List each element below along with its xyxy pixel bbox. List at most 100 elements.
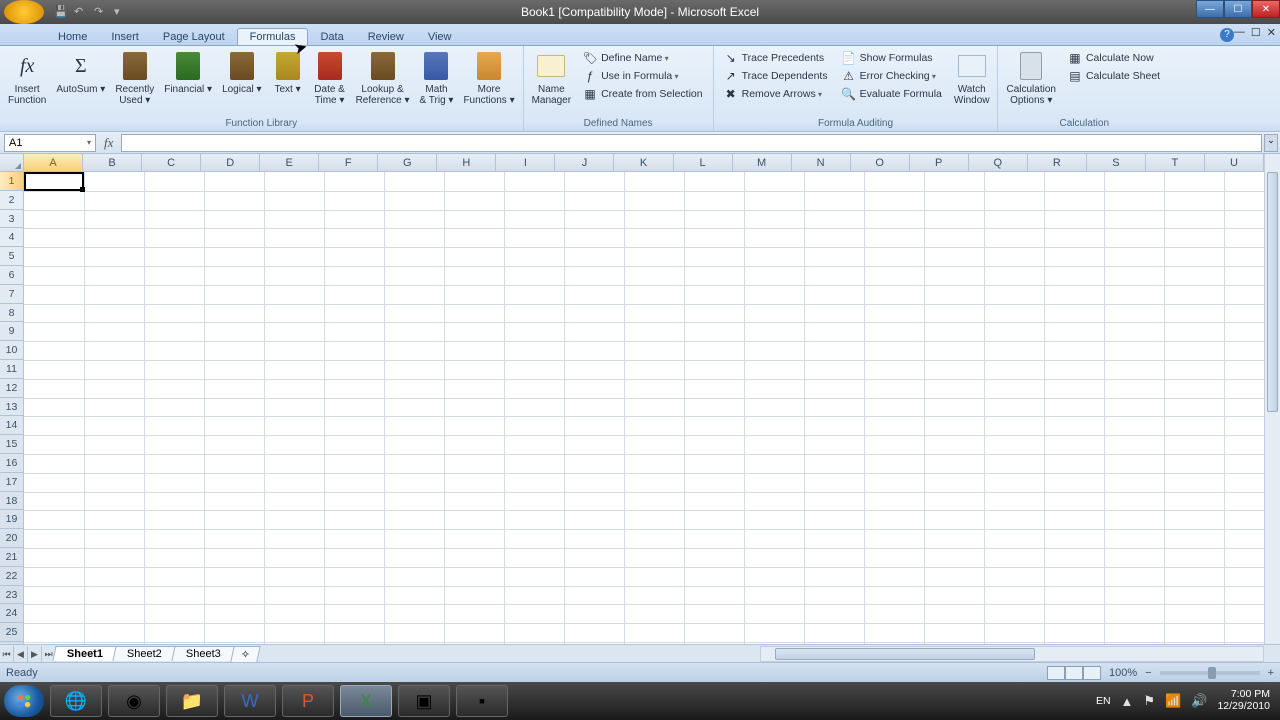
column-header[interactable]: O: [851, 154, 910, 171]
select-all-button[interactable]: [0, 154, 24, 172]
column-header[interactable]: A: [24, 154, 83, 171]
row-header[interactable]: 22: [0, 567, 23, 586]
taskbar-powerpoint-icon[interactable]: P: [282, 685, 334, 717]
tab-data[interactable]: Data: [308, 29, 355, 45]
taskbar-app-icon[interactable]: ▣: [398, 685, 450, 717]
zoom-in-icon[interactable]: +: [1268, 667, 1274, 679]
undo-icon[interactable]: ↶: [74, 5, 88, 19]
name-manager-button[interactable]: NameManager: [528, 48, 575, 108]
taskbar-app2-icon[interactable]: ▪: [456, 685, 508, 717]
row-header[interactable]: 24: [0, 604, 23, 623]
column-header[interactable]: G: [378, 154, 437, 171]
column-header[interactable]: M: [733, 154, 792, 171]
language-indicator[interactable]: EN: [1096, 695, 1111, 707]
row-header[interactable]: 17: [0, 473, 23, 492]
row-header[interactable]: 12: [0, 379, 23, 398]
expand-formula-bar-icon[interactable]: ⌄: [1264, 134, 1278, 152]
tray-network-icon[interactable]: 📶: [1165, 693, 1181, 709]
taskbar-chrome-icon[interactable]: ◉: [108, 685, 160, 717]
ribbon-close-icon[interactable]: ✕: [1267, 26, 1276, 39]
row-header[interactable]: 20: [0, 529, 23, 548]
column-header[interactable]: E: [260, 154, 319, 171]
name-box[interactable]: A1: [4, 134, 96, 152]
column-header[interactable]: F: [319, 154, 378, 171]
column-header[interactable]: H: [437, 154, 496, 171]
tab-home[interactable]: Home: [46, 29, 99, 45]
sheet-tab-sheet2[interactable]: Sheet2: [112, 646, 176, 661]
tab-review[interactable]: Review: [356, 29, 416, 45]
column-header[interactable]: J: [555, 154, 614, 171]
remove-arrows-button[interactable]: ✖Remove Arrows: [722, 86, 830, 102]
row-header[interactable]: 4: [0, 228, 23, 247]
row-header[interactable]: 19: [0, 510, 23, 529]
column-header[interactable]: D: [201, 154, 260, 171]
sheet-nav-next-icon[interactable]: ▶: [28, 646, 42, 662]
math-trig-button[interactable]: Math& Trig ▾: [416, 48, 458, 108]
start-button[interactable]: [4, 685, 44, 717]
row-header[interactable]: 8: [0, 304, 23, 323]
sheet-tab-sheet3[interactable]: Sheet3: [171, 646, 235, 661]
watch-window-button[interactable]: WatchWindow: [950, 48, 994, 108]
column-header[interactable]: U: [1205, 154, 1264, 171]
row-header[interactable]: 14: [0, 416, 23, 435]
column-header[interactable]: K: [614, 154, 673, 171]
calculate-sheet-button[interactable]: ▤Calculate Sheet: [1066, 68, 1162, 84]
row-header[interactable]: 15: [0, 435, 23, 454]
date-time-button[interactable]: Date &Time ▾: [310, 48, 350, 108]
column-header[interactable]: Q: [969, 154, 1028, 171]
page-layout-view-button[interactable]: [1065, 666, 1083, 680]
column-header[interactable]: T: [1146, 154, 1205, 171]
trace-precedents-button[interactable]: ↘Trace Precedents: [722, 50, 830, 66]
taskbar-excel-icon[interactable]: X: [340, 685, 392, 717]
zoom-slider-knob[interactable]: [1208, 667, 1216, 679]
sheet-nav-prev-icon[interactable]: ◀: [14, 646, 28, 662]
show-formulas-button[interactable]: 📄Show Formulas: [840, 50, 944, 66]
tab-insert[interactable]: Insert: [99, 29, 151, 45]
error-checking-button[interactable]: ⚠Error Checking: [840, 68, 944, 84]
row-header[interactable]: 25: [0, 623, 23, 642]
redo-icon[interactable]: ↷: [94, 5, 108, 19]
define-name-button[interactable]: 🏷Define Name: [581, 50, 705, 66]
row-header[interactable]: 10: [0, 341, 23, 360]
column-header[interactable]: S: [1087, 154, 1146, 171]
taskbar-ie-icon[interactable]: 🌐: [50, 685, 102, 717]
system-clock[interactable]: 7:00 PM 12/29/2010: [1217, 689, 1270, 712]
save-icon[interactable]: 💾: [54, 5, 68, 19]
column-header[interactable]: C: [142, 154, 201, 171]
zoom-level[interactable]: 100%: [1109, 667, 1137, 679]
row-header[interactable]: 6: [0, 266, 23, 285]
create-from-selection-button[interactable]: ▦Create from Selection: [581, 86, 705, 102]
active-cell-a1[interactable]: [24, 172, 84, 191]
logical-button[interactable]: Logical ▾: [218, 48, 266, 97]
lookup-reference-button[interactable]: Lookup &Reference ▾: [352, 48, 414, 108]
close-button[interactable]: ✕: [1252, 0, 1280, 18]
help-icon[interactable]: ?: [1220, 28, 1234, 42]
office-button[interactable]: [4, 0, 44, 24]
tray-volume-icon[interactable]: 🔊: [1191, 693, 1207, 709]
tray-flag-icon[interactable]: ⚑: [1143, 693, 1155, 709]
text-button[interactable]: Text ▾: [268, 48, 308, 97]
taskbar-explorer-icon[interactable]: 📁: [166, 685, 218, 717]
cells-area[interactable]: [24, 172, 1264, 644]
row-header[interactable]: 21: [0, 548, 23, 567]
column-header[interactable]: L: [674, 154, 733, 171]
row-header[interactable]: 5: [0, 247, 23, 266]
row-header[interactable]: 11: [0, 360, 23, 379]
insert-function-icon[interactable]: fx: [96, 135, 121, 151]
scrollbar-thumb[interactable]: [775, 648, 1035, 660]
use-in-formula-button[interactable]: ƒUse in Formula: [581, 68, 705, 84]
row-header[interactable]: 16: [0, 454, 23, 473]
row-header[interactable]: 3: [0, 210, 23, 229]
column-header[interactable]: P: [910, 154, 969, 171]
evaluate-formula-button[interactable]: 🔍Evaluate Formula: [840, 86, 944, 102]
autosum-button[interactable]: Σ AutoSum ▾: [52, 48, 109, 97]
sheet-tab-sheet1[interactable]: Sheet1: [52, 646, 117, 661]
new-sheet-button[interactable]: ✧: [230, 646, 261, 662]
row-header[interactable]: 23: [0, 586, 23, 605]
zoom-slider[interactable]: [1160, 671, 1260, 675]
maximize-button[interactable]: ☐: [1224, 0, 1252, 18]
recently-used-button[interactable]: RecentlyUsed ▾: [111, 48, 158, 108]
column-header[interactable]: I: [496, 154, 555, 171]
row-header[interactable]: 18: [0, 492, 23, 511]
qat-customize-icon[interactable]: ▾: [114, 5, 128, 19]
